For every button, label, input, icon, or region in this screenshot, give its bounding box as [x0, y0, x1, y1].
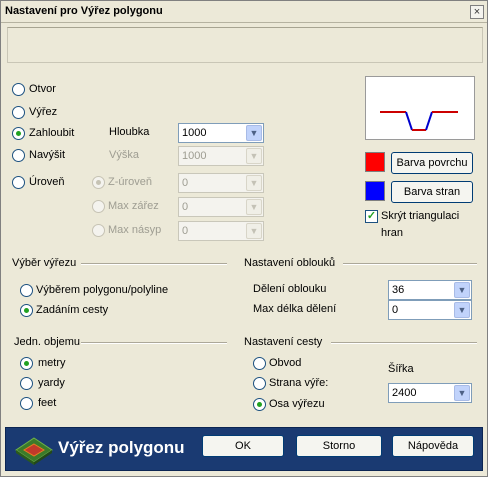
- max-zarez-combo[interactable]: 0 ▼: [178, 197, 264, 217]
- radio-obvod-label: Obvod: [269, 357, 302, 369]
- z-uroven-value: 0: [182, 177, 189, 189]
- arcs-separator: [343, 263, 477, 265]
- chevron-down-icon[interactable]: ▼: [246, 125, 262, 141]
- radio-osa-vyrezu[interactable]: [253, 398, 266, 411]
- dialog-window: Nastavení pro Výřez polygonu × Otvor Výř…: [0, 0, 488, 477]
- terrain-logo-icon: [15, 437, 53, 465]
- arc-division-combo[interactable]: 36 ▼: [388, 280, 472, 300]
- depth-combo[interactable]: 1000 ▼: [178, 123, 264, 143]
- max-length-value: 0: [392, 304, 399, 316]
- radio-obvod[interactable]: [253, 357, 266, 370]
- height-label: Výška: [109, 149, 139, 161]
- radio-zahloubit[interactable]: [12, 127, 25, 140]
- chevron-down-icon[interactable]: ▼: [246, 223, 262, 239]
- radio-by-path[interactable]: [20, 304, 33, 317]
- radio-feet[interactable]: [20, 397, 33, 410]
- radio-z-uroven[interactable]: [92, 176, 105, 189]
- radio-zahloubit-label: Zahloubit: [29, 127, 75, 139]
- radio-z-uroven-label: Z-úroveň: [108, 176, 153, 188]
- radio-metry-label: metry: [38, 357, 66, 369]
- width-value: 2400: [392, 387, 417, 399]
- surface-color-button[interactable]: Barva povrchu: [391, 152, 473, 174]
- width-combo[interactable]: 2400 ▼: [388, 383, 472, 403]
- chevron-down-icon[interactable]: ▼: [454, 302, 470, 318]
- ok-button[interactable]: OK: [202, 435, 284, 457]
- radio-max-zarez-label: Max zářez: [108, 200, 159, 212]
- sides-color-button[interactable]: Barva stran: [391, 181, 473, 203]
- radio-strana-label: Strana výře:: [269, 377, 329, 389]
- cancel-button[interactable]: Storno: [296, 435, 382, 457]
- height-combo[interactable]: 1000 ▼: [178, 146, 264, 166]
- sides-color-swatch[interactable]: [365, 181, 385, 201]
- window-title: Nastavení pro Výřez polygonu: [5, 5, 163, 17]
- height-value: 1000: [182, 150, 207, 162]
- profile-preview: [365, 76, 475, 140]
- radio-max-nasyp-label: Max násyp: [108, 224, 162, 236]
- max-length-label: Max délka dělení: [253, 303, 337, 315]
- radio-navysit-label: Navýšit: [29, 149, 66, 161]
- selection-heading: Výběr výřezu: [12, 257, 77, 269]
- hide-triangulation-label-2: hran: [381, 227, 404, 239]
- radio-uroven[interactable]: [12, 176, 25, 189]
- radio-feet-label: feet: [38, 397, 57, 409]
- chevron-down-icon[interactable]: ▼: [454, 385, 470, 401]
- width-label: Šířka: [388, 363, 414, 375]
- arcs-heading: Nastavení oblouků: [244, 257, 336, 269]
- max-zarez-value: 0: [182, 201, 189, 213]
- radio-by-polygon[interactable]: [20, 284, 33, 297]
- depth-label: Hloubka: [109, 126, 150, 138]
- radio-max-zarez[interactable]: [92, 200, 105, 213]
- max-length-combo[interactable]: 0 ▼: [388, 300, 472, 320]
- radio-otvor[interactable]: [12, 83, 25, 96]
- footer-title: Výřez polygonu: [58, 438, 185, 457]
- radio-vyrez[interactable]: [12, 106, 25, 119]
- radio-by-polygon-label: Výběrem polygonu/polyline: [36, 284, 169, 296]
- chevron-down-icon[interactable]: ▼: [454, 282, 470, 298]
- radio-uroven-label: Úroveň: [29, 176, 65, 188]
- max-nasyp-combo[interactable]: 0 ▼: [178, 221, 264, 241]
- help-button[interactable]: Nápověda: [392, 435, 474, 457]
- chevron-down-icon[interactable]: ▼: [246, 148, 262, 164]
- path-separator: [331, 342, 477, 344]
- radio-strana[interactable]: [253, 377, 266, 390]
- cut-profile-icon: [380, 111, 458, 131]
- close-button[interactable]: ×: [470, 5, 484, 19]
- radio-osa-vyrezu-label: Osa výřezu: [269, 398, 325, 410]
- arc-division-value: 36: [392, 284, 405, 296]
- arc-division-label: Dělení oblouku: [253, 283, 327, 295]
- top-blank-panel: [7, 27, 483, 63]
- chevron-down-icon[interactable]: ▼: [246, 175, 262, 191]
- units-separator: [81, 342, 227, 344]
- surface-color-swatch[interactable]: [365, 152, 385, 172]
- radio-otvor-label: Otvor: [29, 83, 56, 95]
- radio-max-nasyp[interactable]: [92, 224, 105, 237]
- radio-vyrez-label: Výřez: [29, 106, 58, 118]
- radio-navysit[interactable]: [12, 149, 25, 162]
- title-bar: Nastavení pro Výřez polygonu ×: [1, 1, 487, 23]
- depth-value: 1000: [182, 127, 207, 139]
- hide-triangulation-checkbox[interactable]: ✓: [365, 210, 378, 223]
- chevron-down-icon[interactable]: ▼: [246, 199, 262, 215]
- max-nasyp-value: 0: [182, 225, 189, 237]
- selection-separator: [81, 263, 227, 265]
- z-uroven-combo[interactable]: 0 ▼: [178, 173, 264, 193]
- radio-yardy-label: yardy: [38, 377, 65, 389]
- radio-yardy[interactable]: [20, 377, 33, 390]
- radio-metry[interactable]: [20, 357, 33, 370]
- units-heading: Jedn. objemu: [14, 336, 81, 348]
- radio-by-path-label: Zadáním cesty: [36, 304, 109, 316]
- hide-triangulation-label: Skrýt triangulaci: [381, 210, 460, 222]
- path-heading: Nastavení cesty: [244, 336, 323, 348]
